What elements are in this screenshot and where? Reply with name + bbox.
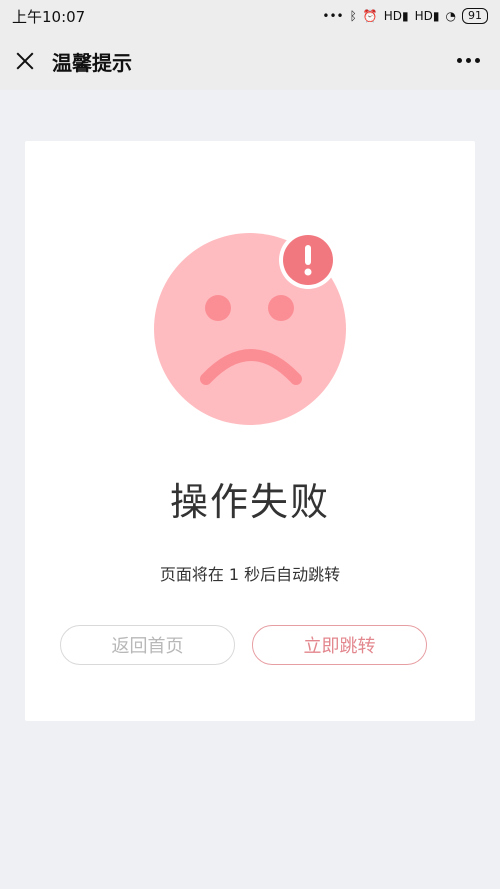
- nav-bar: 温馨提示: [0, 32, 500, 90]
- bluetooth-icon: ᛒ: [349, 9, 357, 23]
- status-icons: ••• ᛒ ⏰ HD▮ HD▮ ◔ 91: [322, 8, 488, 24]
- sad-face-icon: [154, 231, 346, 425]
- redirect-message: 页面将在 1 秒后自动跳转: [159, 565, 341, 584]
- close-icon[interactable]: [14, 50, 36, 72]
- wifi-icon: ◔: [445, 9, 456, 23]
- signal-1-icon: HD▮: [383, 9, 409, 23]
- status-time: 上午10:07: [12, 7, 86, 26]
- return-home-button[interactable]: 返回首页: [60, 625, 235, 665]
- signal-2-icon: HD▮: [414, 9, 440, 23]
- more-dot-icon: [475, 58, 480, 63]
- battery-indicator: 91: [462, 8, 488, 24]
- alert-badge-icon: [279, 231, 337, 289]
- more-dot-icon: [466, 58, 471, 63]
- status-bar: 上午10:07 ••• ᛒ ⏰ HD▮ HD▮ ◔ 91: [0, 0, 500, 32]
- alarm-icon: ⏰: [362, 9, 378, 23]
- page-title: 温馨提示: [52, 50, 132, 75]
- result-title: 操作失败: [169, 480, 330, 524]
- jump-now-button[interactable]: 立即跳转: [252, 625, 427, 665]
- more-dots-icon: •••: [322, 9, 344, 23]
- result-card: 操作失败 页面将在 1 秒后自动跳转 返回首页 立即跳转: [25, 141, 475, 721]
- more-options-button[interactable]: [457, 58, 480, 63]
- more-dot-icon: [457, 58, 462, 63]
